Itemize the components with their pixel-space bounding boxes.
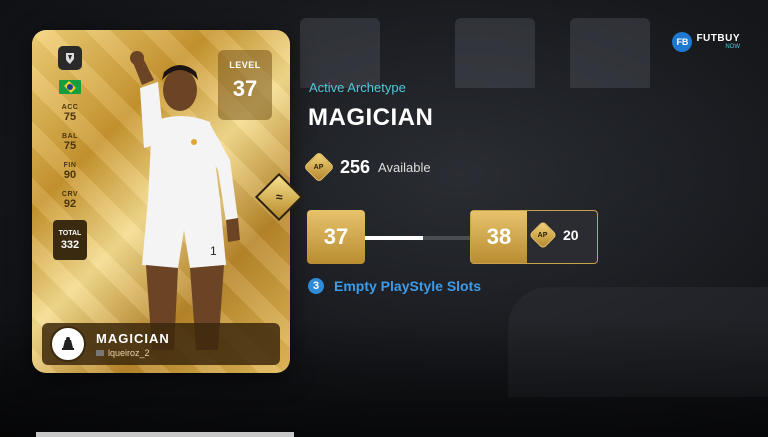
ap-icon-text: AP [538,231,548,239]
stat-label: CRV [61,191,79,198]
ap-points-icon: AP [303,151,335,183]
stat-label: FIN [63,162,77,169]
level-progress-fill [365,236,423,240]
ap-available-label: Available [378,159,431,175]
card-username-text: lqueiroz_2 [108,347,150,358]
card-footer: MAGICIAN lqueiroz_2 [42,323,280,365]
total-stat-box: TOTAL 332 [53,220,87,260]
slots-label: Empty PlayStyle Slots [334,278,482,294]
stat-value: 92 [63,198,77,210]
stat-value: 75 [63,140,77,152]
archetype-title: MAGICIAN [308,104,434,131]
background-shirt [300,18,380,88]
club-badge-icon [58,46,82,70]
current-level-value: 37 [323,224,349,249]
futbuy-logo-icon: FB [672,32,693,52]
brand-sub: NOW [725,44,740,50]
stat-value: 75 [63,111,77,123]
total-label: TOTAL [58,229,82,237]
slots-count-badge: 3 [308,278,324,294]
brand-name: FUTBUY [696,33,740,44]
total-value: 332 [60,238,80,251]
ap-available-row: AP 256 Available [303,151,431,183]
stat-label: BAL [62,133,78,140]
bottom-ui-strip [36,432,294,437]
level-progress-track [365,236,470,240]
card-stat-column: ACC 75 BAL 75 FIN 90 CRV 92 TOTAL 332 [50,44,90,300]
player-card[interactable]: ACC 75 BAL 75 FIN 90 CRV 92 TOTAL 332 LE… [32,30,290,373]
brazil-flag-icon [59,80,81,94]
stat-bal: BAL 75 [62,133,78,152]
player-figure: 1 [130,51,240,350]
svg-text:1: 1 [210,244,217,258]
stat-acc: ACC 75 [62,104,79,123]
stat-label: ACC [61,104,79,111]
card-archetype-name: MAGICIAN [96,330,170,346]
stat-fin: FIN 90 [64,162,77,181]
next-level-box: 38 [471,211,527,263]
background-shirt [455,18,535,88]
magician-archetype-icon [50,326,86,362]
next-level-value: 38 [486,224,512,249]
stat-value: 90 [63,169,77,181]
next-level-button[interactable]: 38 AP 20 [470,210,598,264]
empty-playstyle-slots[interactable]: 3 Empty PlayStyle Slots [308,278,481,294]
ap-available-count: 256 [340,156,371,177]
card-username: lqueiroz_2 [96,348,170,358]
stat-crv: CRV 92 [62,191,78,210]
background-shirt [570,18,650,88]
ap-icon-text: AP [314,163,324,171]
next-level-cost-value: 20 [563,227,579,243]
active-archetype-label: Active Archetype [309,80,406,95]
next-level-cost: AP 20 [528,220,579,250]
user-flag-icon [96,349,104,356]
current-level-box: 37 [307,210,365,264]
brand-watermark: FB FUTBUY NOW [672,32,740,52]
ap-points-icon: AP [528,220,558,250]
